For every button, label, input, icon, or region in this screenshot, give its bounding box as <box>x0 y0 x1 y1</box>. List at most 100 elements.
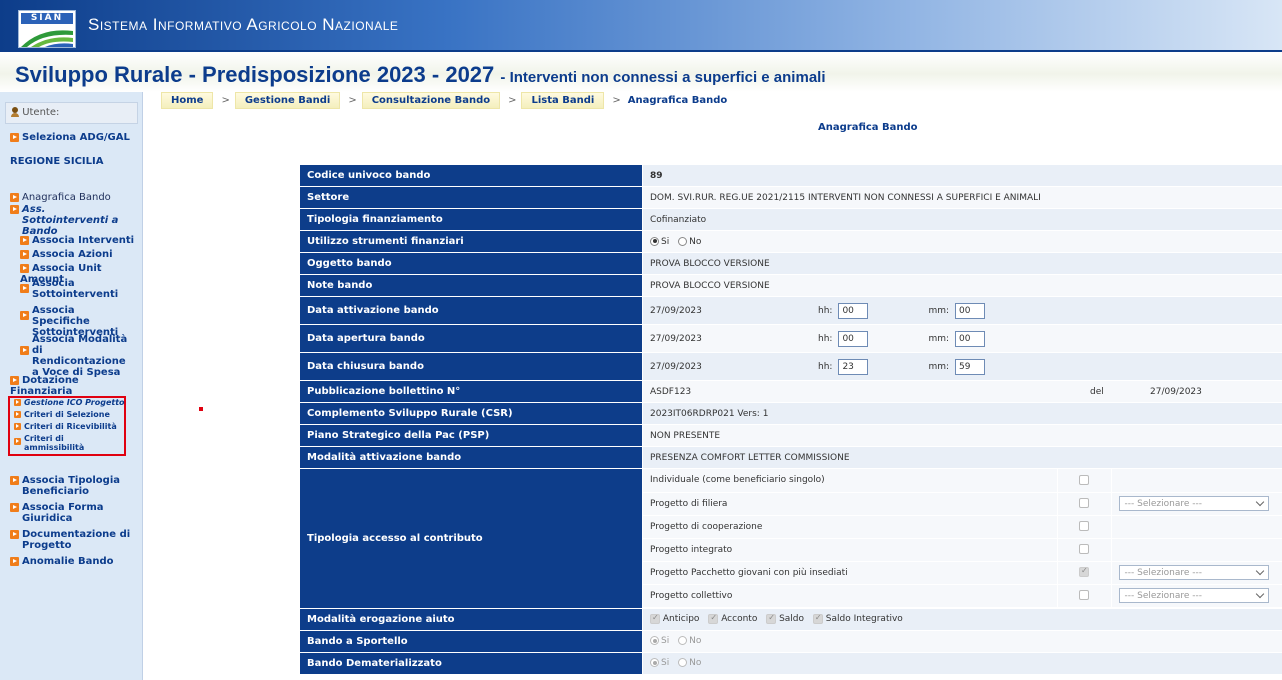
table-row: Oggetto bando PROVA BLOCCO VERSIONE <box>299 252 1282 275</box>
select-value: --- Selezionare --- <box>1124 590 1202 601</box>
arrow-right-icon <box>10 193 19 202</box>
sidebar: Utente: Seleziona ADG/GAL REGIONE SICILI… <box>0 92 143 680</box>
apertura-cell: 27/09/2023 hh: 00 mm: 00 <box>642 324 1282 353</box>
saldo-integrativo-checkbox[interactable] <box>812 613 823 624</box>
sidebar-item-ass-sottointerventi[interactable]: Ass. Sottointerventi a Bando <box>10 204 140 237</box>
accesso-checkbox[interactable] <box>1079 566 1089 578</box>
accesso-option-label: Progetto Pacchetto giovani con più insed… <box>643 561 1057 585</box>
chiusura-mm-input[interactable]: 59 <box>955 358 986 375</box>
accesso-checkbox[interactable] <box>1079 544 1089 555</box>
checkbox-cell <box>1056 584 1111 608</box>
dematerializzato-radio-group: Si No <box>642 651 1282 675</box>
field-label: Data attivazione bando <box>299 296 643 325</box>
sidebar-item-associa-interventi[interactable]: Associa Interventi <box>20 235 142 246</box>
sidebar-item-associa-modalita[interactable]: Associa Modalità di Rendicontazione a Vo… <box>20 334 142 378</box>
apertura-date: 27/09/2023 <box>650 333 702 344</box>
radio-no[interactable] <box>678 658 688 667</box>
accesso-checkbox[interactable] <box>1079 521 1089 532</box>
apertura-mm-input[interactable]: 00 <box>955 330 986 347</box>
sidebar-item-associa-azioni[interactable]: Associa Azioni <box>20 249 142 260</box>
filiera-select[interactable]: --- Selezionare --- <box>1118 496 1269 511</box>
field-label: Utilizzo strumenti finanziari <box>299 230 643 253</box>
radio-no-label: No <box>689 636 702 646</box>
breadcrumb-consultazione-bando[interactable]: Consultazione Bando <box>361 92 501 109</box>
table-row: Piano Strategico della Pac (PSP) NON PRE… <box>299 424 1282 447</box>
accesso-options-table: Individuale (come beneficiario singolo) … <box>643 469 1282 608</box>
sidebar-item-criteri-ammissibilita[interactable]: Criteri di ammissibilità <box>14 434 144 452</box>
collettivo-select[interactable]: --- Selezionare --- <box>1118 588 1269 603</box>
field-label: Data apertura bando <box>299 324 643 353</box>
radio-si-label: Si <box>661 236 670 247</box>
table-row: Modalità attivazione bando PRESENZA COMF… <box>299 446 1282 469</box>
radio-si[interactable] <box>650 636 659 645</box>
select-cell <box>1110 515 1282 539</box>
settore-value: DOM. SVI.RUR. REG.UE 2021/2115 INTERVENT… <box>642 186 1282 209</box>
field-label: Data chiusura bando <box>299 352 643 381</box>
sidebar-item-documentazione[interactable]: Documentazione di Progetto <box>10 529 140 551</box>
radio-si[interactable] <box>650 236 659 246</box>
radio-no[interactable] <box>678 236 688 246</box>
radio-no-label: No <box>689 658 702 668</box>
anticipo-checkbox[interactable] <box>650 613 660 624</box>
sidebar-item-anagrafica[interactable]: Anagrafica Bando <box>10 192 140 203</box>
arrow-right-icon <box>10 376 19 385</box>
accesso-checkbox[interactable] <box>1079 498 1089 509</box>
bollettino-cell: ASDF123 del 27/09/2023 <box>642 380 1282 403</box>
arrow-right-icon <box>20 311 29 320</box>
checkbox-label: Saldo Integrativo <box>825 614 903 625</box>
sidebar-item-associa-sottointerventi[interactable]: Associa Sottointerventi <box>20 278 142 300</box>
table-row: Tipologia accesso al contributo Individu… <box>299 468 1282 609</box>
sidebar-item-gestione-ico[interactable]: Gestione ICO Progetto <box>14 398 144 407</box>
radio-no-label: No <box>689 236 702 247</box>
sidebar-item-dotazione[interactable]: Dotazione Finanziaria <box>10 375 140 397</box>
table-row: Data apertura bando 27/09/2023 hh: 00 mm:… <box>299 324 1282 353</box>
arrow-right-icon <box>14 399 21 406</box>
select-cell: --- Selezionare --- <box>1110 492 1282 516</box>
select-value: --- Selezionare --- <box>1124 567 1202 578</box>
radio-no[interactable] <box>678 636 688 645</box>
user-icon <box>11 107 19 117</box>
field-label: Modalità erogazione aiuto <box>299 607 643 631</box>
accesso-checkbox[interactable] <box>1079 475 1089 485</box>
accesso-checkbox[interactable] <box>1079 590 1089 601</box>
chiusura-hh-input[interactable]: 23 <box>838 358 869 375</box>
acconto-checkbox[interactable] <box>708 613 719 624</box>
breadcrumb-gestione-bandi[interactable]: Gestione Bandi <box>234 92 341 109</box>
accesso-option-row: Progetto Pacchetto giovani con più insed… <box>643 561 1282 585</box>
user-label: Utente: <box>22 107 60 118</box>
apertura-hh-input[interactable]: 00 <box>838 330 869 347</box>
sidebar-item-label: Associa Azioni <box>32 249 113 260</box>
arrow-right-icon <box>14 411 21 418</box>
hh-label: hh: <box>818 361 833 372</box>
arrow-right-icon <box>20 250 29 259</box>
field-label: Tipologia accesso al contributo <box>299 468 643 609</box>
checkbox-cell <box>1056 492 1111 516</box>
sidebar-item-seleziona-adg[interactable]: Seleziona ADG/GAL <box>10 132 140 143</box>
sidebar-item-associa-tipologia[interactable]: Associa Tipologia Beneficiario <box>10 475 140 497</box>
select-value: --- Selezionare --- <box>1124 498 1202 509</box>
breadcrumb-separator: > <box>612 95 621 106</box>
breadcrumb-lista-bandi[interactable]: Lista Bandi <box>521 92 605 109</box>
breadcrumb: Home > Gestione Bandi > Consultazione Bando >… <box>161 92 729 112</box>
breadcrumb-home[interactable]: Home <box>161 92 214 109</box>
field-label: Settore <box>299 186 643 209</box>
attivazione-hh-input[interactable]: 00 <box>838 302 869 319</box>
sidebar-item-associa-forma[interactable]: Associa Forma Giuridica <box>10 502 140 524</box>
table-row: Utilizzo strumenti finanziari Si No <box>299 230 1282 253</box>
sidebar-item-label: Associa Forma Giuridica <box>22 502 104 524</box>
arrow-right-icon <box>10 530 19 539</box>
radio-si[interactable] <box>650 658 659 667</box>
saldo-checkbox[interactable] <box>766 613 777 624</box>
arrow-right-icon <box>10 503 19 512</box>
giovani-select[interactable]: --- Selezionare --- <box>1118 565 1269 580</box>
table-row: Note bando PROVA BLOCCO VERSIONE <box>299 274 1282 297</box>
sidebar-item-criteri-ricevibilita[interactable]: Criteri di Ricevibilità <box>14 422 144 431</box>
attivazione-mm-input[interactable]: 00 <box>955 302 986 319</box>
field-label: Codice univoco bando <box>299 164 643 187</box>
sidebar-item-anomalie[interactable]: Anomalie Bando <box>10 556 140 567</box>
oggetto-value: PROVA BLOCCO VERSIONE <box>642 252 1282 275</box>
sidebar-item-criteri-selezione[interactable]: Criteri di Selezione <box>14 410 144 419</box>
sidebar-item-label: Anagrafica Bando <box>22 192 111 203</box>
bollettino-value: ASDF123 <box>650 386 692 397</box>
mm-label: mm: <box>928 333 950 344</box>
